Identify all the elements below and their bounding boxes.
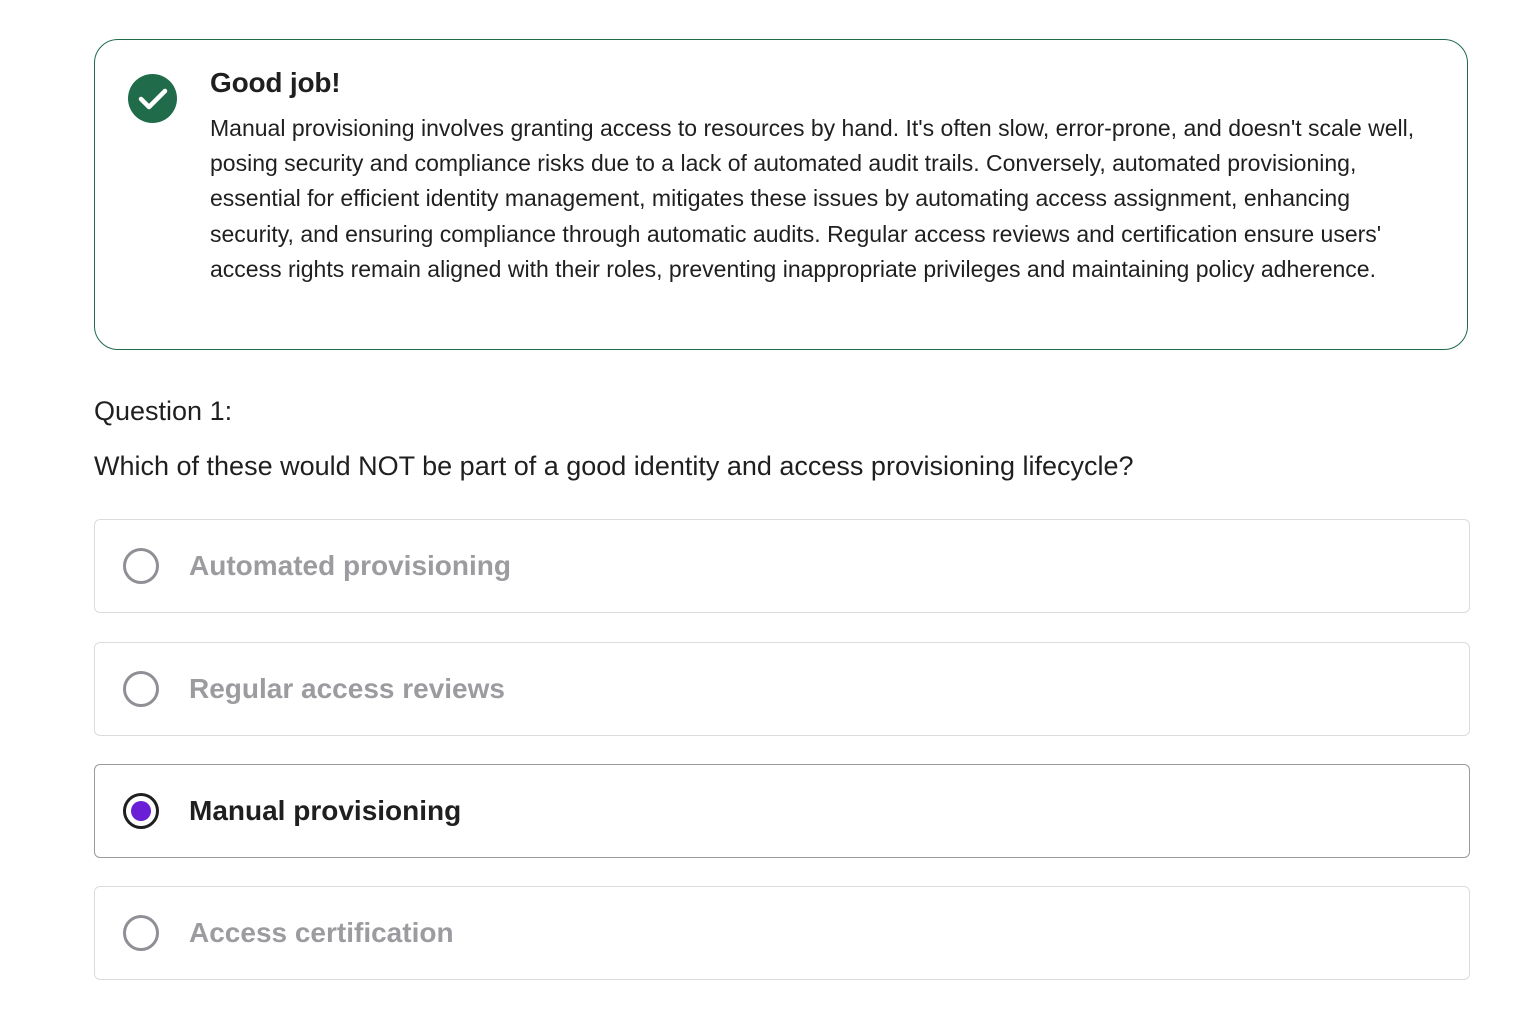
- answer-option-label: Regular access reviews: [189, 673, 505, 704]
- feedback-title: Good job!: [210, 67, 341, 98]
- question-number: Question 1:: [94, 396, 233, 426]
- answer-option-manual-provisioning[interactable]: Manual provisioning: [94, 764, 1470, 858]
- quiz-page: Good job! Manual provisioning involves g…: [0, 0, 1538, 1019]
- radio-button-selected[interactable]: [123, 793, 159, 829]
- answer-option-label: Access certification: [189, 917, 454, 948]
- answer-option-automated-provisioning[interactable]: Automated provisioning: [94, 519, 1470, 613]
- question-text: Which of these would NOT be part of a go…: [94, 451, 1134, 481]
- checkmark-circle-icon: [128, 74, 177, 123]
- radio-button[interactable]: [123, 548, 159, 584]
- feedback-explanation: Manual provisioning involves granting ac…: [210, 115, 1415, 282]
- radio-button[interactable]: [123, 671, 159, 707]
- answer-option-label: Manual provisioning: [189, 795, 462, 826]
- answer-option-access-certification[interactable]: Access certification: [94, 886, 1470, 980]
- checkmark-glyph: [138, 88, 167, 109]
- radio-button[interactable]: [123, 915, 159, 951]
- answer-option-label: Automated provisioning: [189, 550, 511, 581]
- answer-option-regular-access-reviews[interactable]: Regular access reviews: [94, 642, 1470, 736]
